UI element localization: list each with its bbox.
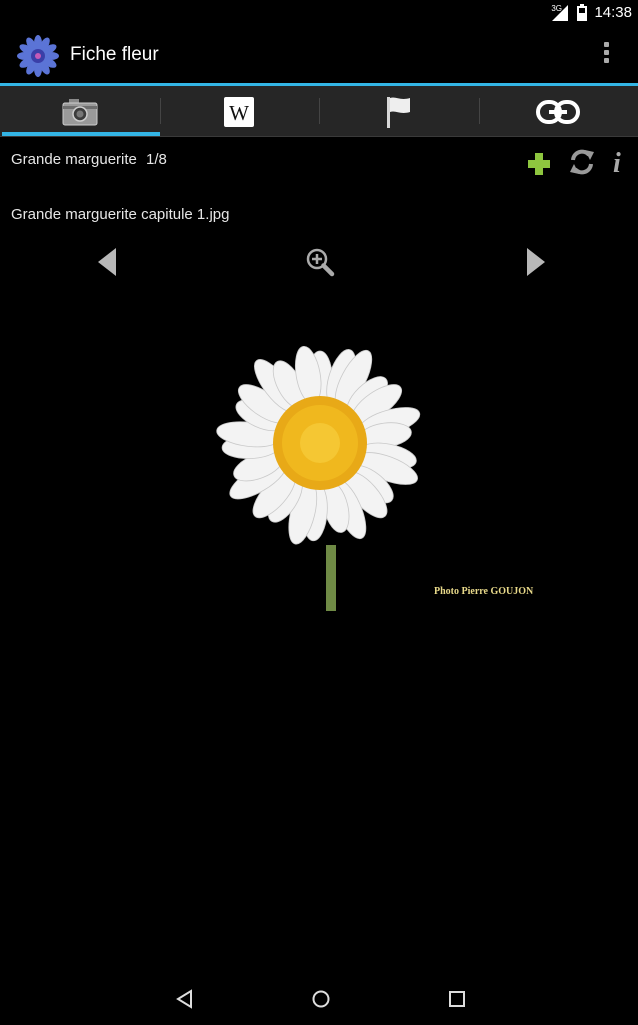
next-arrow-icon[interactable] [525, 246, 547, 278]
photo-counter: 1/8 [146, 151, 167, 168]
camera-icon [62, 98, 98, 125]
info-icon[interactable]: i [613, 148, 621, 180]
clock: 14:38 [594, 4, 632, 21]
app-title: Fiche fleur [70, 44, 159, 65]
overflow-menu-icon[interactable] [600, 42, 612, 70]
file-name: Grande marguerite capitule 1.jpg [11, 206, 230, 223]
previous-arrow-icon[interactable] [96, 246, 118, 278]
flower-photo[interactable] [190, 325, 450, 611]
status-bar [0, 0, 638, 26]
add-icon[interactable] [527, 152, 551, 176]
zoom-in-icon[interactable] [305, 247, 335, 277]
battery-icon [577, 4, 587, 21]
tab-flag[interactable] [319, 86, 479, 137]
signal-icon [552, 5, 568, 21]
species-name: Grande marguerite [11, 151, 137, 168]
svg-text:W: W [229, 101, 249, 125]
home-icon[interactable] [310, 988, 332, 1010]
back-icon[interactable] [174, 988, 196, 1010]
link-icon [536, 99, 581, 124]
tab-photos[interactable] [0, 86, 160, 137]
tab-links[interactable] [478, 86, 638, 137]
tab-bar: W [0, 86, 638, 137]
tab-bar-border [0, 136, 638, 137]
wikipedia-icon: W [224, 96, 255, 127]
flag-icon [386, 96, 410, 128]
recent-apps-icon[interactable] [446, 988, 468, 1010]
photo-credit: Photo Pierre GOUJON [434, 586, 534, 597]
refresh-icon[interactable] [568, 148, 596, 176]
tab-wikipedia[interactable]: W [159, 86, 320, 137]
cornflower-icon[interactable] [16, 34, 60, 78]
